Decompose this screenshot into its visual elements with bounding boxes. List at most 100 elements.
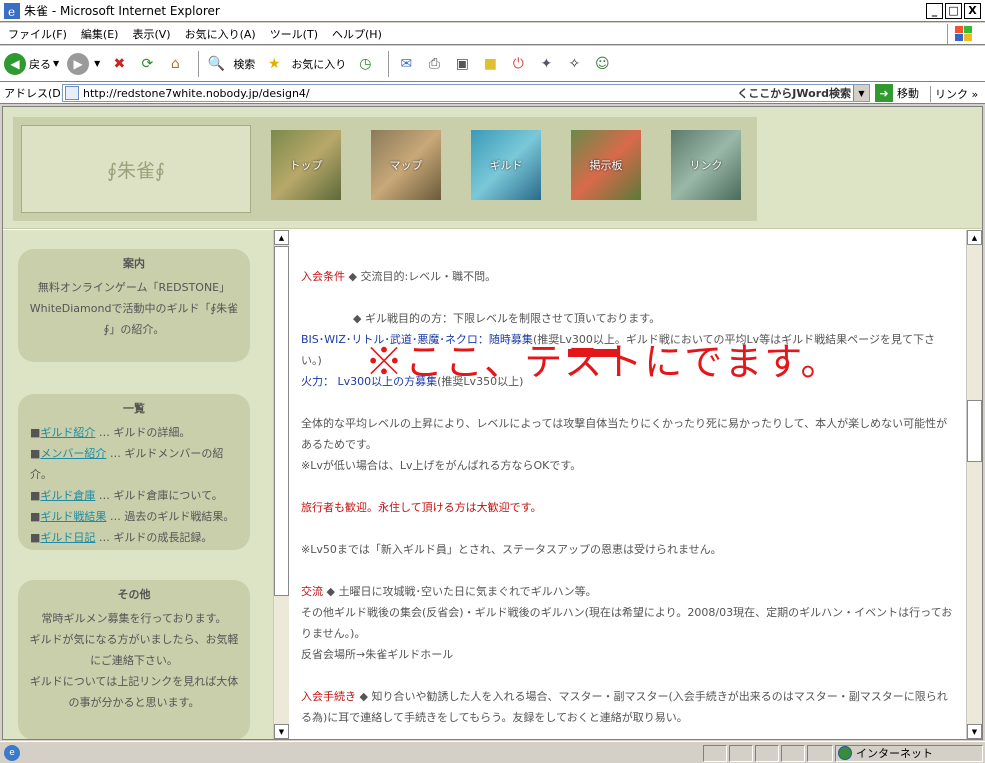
title-bar: e 朱雀 - Microsoft Internet Explorer _ □ X (0, 0, 985, 22)
favorites-label: お気に入り (291, 57, 347, 71)
list-desc: … ギルド倉庫について。 (98, 489, 223, 502)
stop-icon[interactable]: ✖ (108, 53, 130, 75)
address-dropdown-icon[interactable]: ▼ (853, 85, 869, 101)
join-text: ◆ 交流目的:レベル・職不問。 (348, 270, 497, 283)
star-icon: ★ (268, 55, 281, 72)
tool-icon[interactable]: ✧ (563, 53, 585, 75)
back-arrow-icon: ◀ (4, 52, 26, 75)
menu-bar: ファイル(F) 編集(E) 表示(V) お気に入り(A) ツール(T) ヘルプ(… (0, 23, 985, 45)
page-viewport: ∮朱雀∮ トップ マップ ギルド 掲示板 リンク 案内 無料オンラインゲーム「R… (2, 106, 983, 740)
address-bar: アドレス(D) http://redstone7white.nobody.jp/… (0, 82, 985, 104)
status-cell (703, 745, 727, 762)
guild-intro-link[interactable]: ギルド紹介 (40, 426, 95, 439)
toolbar-separator (388, 50, 390, 77)
research-icon[interactable]: ✦ (535, 53, 557, 75)
print-icon[interactable]: ⎙ (423, 53, 445, 75)
menu-favorites[interactable]: お気に入り(A) (185, 26, 256, 42)
forward-arrow-icon: ▶ (67, 52, 90, 75)
site-logo[interactable]: ∮朱雀∮ (21, 125, 251, 213)
other-box: その他 常時ギルメン募集を行っております。 ギルドが気になる方がいましたら、お気… (18, 580, 250, 739)
note-icon[interactable]: ■ (479, 53, 501, 75)
links-button[interactable]: リンク » (930, 86, 978, 102)
nav-top[interactable]: トップ (271, 130, 341, 200)
procedure-label: 入会手続き (301, 690, 356, 703)
go-label: 移動 (897, 87, 919, 100)
sidebar: 案内 無料オンラインゲーム「REDSTONE」WhiteDiamondで活動中の… (3, 230, 273, 739)
low-level-note: ※Lvが低い場合は、Lv上げをがんばれる方ならOKです。 (301, 459, 582, 472)
forward-dropdown-icon[interactable]: ▼ (94, 59, 100, 68)
content-scrollbar-left[interactable]: ▲ ▼ (273, 230, 289, 739)
menu-help[interactable]: ヘルプ(H) (332, 26, 382, 42)
menu-edit[interactable]: 編集(E) (81, 26, 119, 42)
page-scroll-up-icon[interactable]: ▲ (967, 230, 982, 245)
toolbar-separator (198, 50, 200, 77)
exchange-line: 交流 ◆ 土曜日に攻城戦･空いた日に気まぐれでギルハン等。 (301, 581, 955, 602)
toolbar: ◀ 戻る ▼ ▶ ▼ ✖ ⟳ ⌂ 🔍 検索 ★ お気に入り ◷ ✉ ⎙ ▣ ■ … (0, 46, 985, 82)
favorites-button[interactable]: ★ お気に入り (263, 53, 346, 75)
list-item: ■メンバー紹介 … ギルドメンバーの紹介。 (30, 447, 224, 481)
nav-guild[interactable]: ギルド (471, 130, 541, 200)
guild-war-results-link[interactable]: ギルド戦結果 (40, 510, 106, 523)
jword-search-hint: くここからJWord検索 (737, 87, 851, 100)
users-icon[interactable]: ☺ (591, 53, 613, 75)
exchange-text: ◆ 土曜日に攻城戦･空いた日に気まぐれでギルハン等。 (326, 585, 597, 598)
page-scroll-down-icon[interactable]: ▼ (967, 724, 982, 739)
minimize-button[interactable]: _ (926, 3, 943, 19)
member-intro-link[interactable]: メンバー紹介 (40, 447, 106, 460)
history-icon[interactable]: ◷ (354, 53, 376, 75)
back-dropdown-icon[interactable]: ▼ (53, 59, 59, 68)
nav-map[interactable]: マップ (371, 130, 441, 200)
scroll-down-icon[interactable]: ▼ (274, 724, 289, 739)
other-text-3: ギルドについては上記リンクを見れば大体の事が分かると思います。 (29, 675, 239, 709)
list-item: ■ギルド戦結果 … 過去のギルド戦結果。 (30, 510, 235, 523)
page-scrollbar[interactable]: ▲ ▼ (966, 230, 982, 739)
hall-note: 反省会場所→朱雀ギルドホール (301, 648, 454, 661)
status-zone: インターネット (838, 745, 933, 761)
list-item: ■ギルド紹介 … ギルドの詳細。 (30, 426, 191, 439)
list-title: 一覧 (123, 402, 145, 415)
address-input[interactable]: http://redstone7white.nobody.jp/design4/… (62, 84, 870, 102)
guide-text: 無料オンラインゲーム「REDSTONE」WhiteDiamondで活動中のギルド… (29, 281, 239, 336)
menu-view[interactable]: 表示(V) (132, 26, 170, 42)
search-icon: 🔍 (207, 55, 226, 72)
menu-file[interactable]: ファイル(F) (8, 26, 67, 42)
forward-button[interactable]: ▶ ▼ (67, 52, 100, 75)
join-label: 入会条件 (301, 270, 345, 283)
list-box: 一覧 ■ギルド紹介 … ギルドの詳細。 ■メンバー紹介 … ギルドメンバーの紹介… (18, 394, 250, 550)
messenger-icon[interactable]: ⏻ (507, 53, 529, 75)
ie-status-icon: e (4, 744, 20, 761)
mail-icon[interactable]: ✉ (395, 53, 417, 75)
scroll-thumb[interactable] (274, 246, 289, 596)
refresh-icon[interactable]: ⟳ (136, 53, 158, 75)
page-icon (65, 86, 79, 100)
guildwar-text: ◆ ギル戦目的の方：下限レベルを制限させて頂いております。 (353, 312, 661, 325)
guild-storage-link[interactable]: ギルド倉庫 (40, 489, 95, 502)
status-cell (807, 745, 833, 762)
back-label: 戻る (29, 57, 51, 71)
ie-icon: e (4, 2, 20, 19)
close-button[interactable]: X (964, 3, 981, 19)
svg-text:e: e (8, 5, 15, 19)
lv50-note: ※Lv50までは「新入ギルド員」とされ、ステータスアップの恩恵は受けられません。 (301, 543, 722, 556)
back-button[interactable]: ◀ 戻る ▼ (4, 52, 59, 75)
nav-links[interactable]: リンク (671, 130, 741, 200)
guild-diary-link[interactable]: ギルド日記 (40, 531, 95, 544)
page-scroll-thumb[interactable] (967, 400, 982, 462)
list-item: ■ギルド倉庫 … ギルド倉庫について。 (30, 489, 223, 502)
other-title: その他 (117, 588, 151, 601)
header-panel: ∮朱雀∮ トップ マップ ギルド 掲示板 リンク (13, 117, 757, 221)
menu-tools[interactable]: ツール(T) (270, 26, 318, 42)
edit-icon[interactable]: ▣ (451, 53, 473, 75)
home-icon[interactable]: ⌂ (164, 53, 186, 75)
main-content: 入会条件 ◆ 交流目的:レベル・職不問。 ◆ ギル戦目的の方：下限レベルを制限さ… (293, 230, 963, 739)
nav-board[interactable]: 掲示板 (571, 130, 641, 200)
maximize-button[interactable]: □ (945, 3, 962, 19)
guide-title: 案内 (123, 257, 145, 270)
go-button[interactable]: ➜ 移動 (875, 84, 919, 102)
search-button[interactable]: 🔍 検索 (205, 53, 256, 75)
procedure-text: ◆ 知り合いや勧誘した人を入れる場合、マスター・副マスター(入会手続きが出来るの… (301, 690, 948, 724)
exchange-more: その他ギルド戦後の集会(反省会)・ギルド戦後のギルハン(現在は希望により。200… (301, 606, 953, 640)
scroll-up-icon[interactable]: ▲ (274, 230, 289, 245)
list-desc: … ギルドの成長記録。 (98, 531, 213, 544)
site-header: ∮朱雀∮ トップ マップ ギルド 掲示板 リンク (3, 107, 982, 229)
